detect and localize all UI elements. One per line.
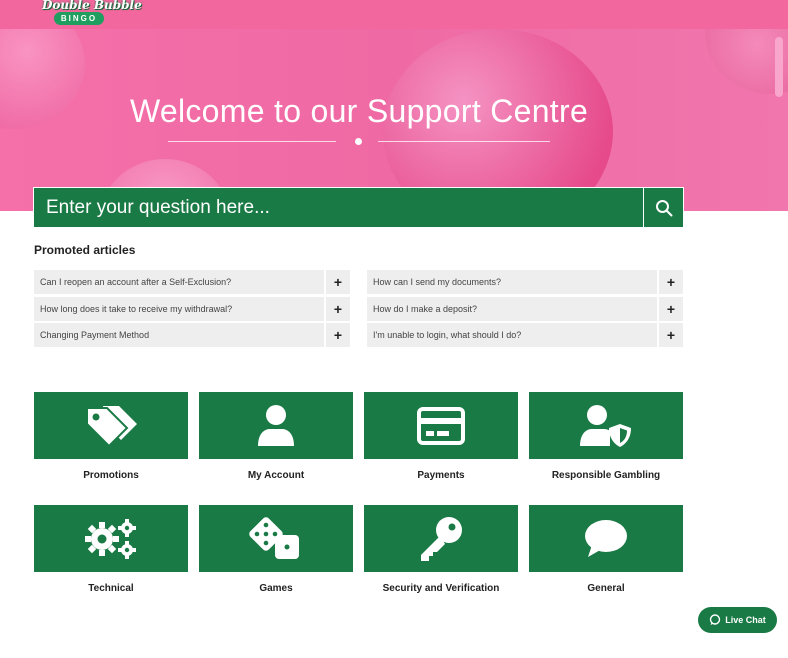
expand-icon[interactable]: + <box>659 297 683 321</box>
category-security-verification[interactable]: Security and Verification <box>364 505 518 594</box>
user-shield-icon <box>580 404 631 447</box>
category-label: My Account <box>247 470 305 481</box>
category-tile[interactable] <box>364 392 518 459</box>
category-label: General <box>587 583 625 594</box>
search-icon <box>655 199 672 216</box>
expand-icon[interactable]: + <box>659 323 683 347</box>
brand-sub: BINGO <box>54 12 104 25</box>
category-payments[interactable]: Payments <box>364 392 518 481</box>
search-input[interactable] <box>34 188 643 227</box>
expand-icon[interactable]: + <box>326 297 350 321</box>
article-question[interactable]: I'm unable to login, what should I do? <box>367 323 657 347</box>
speech-bubble-icon <box>585 519 627 557</box>
article-item[interactable]: I'm unable to login, what should I do? + <box>367 323 683 347</box>
user-icon <box>258 404 294 446</box>
divider <box>378 141 550 142</box>
cogs-icon <box>85 518 136 559</box>
divider-dot <box>355 138 362 145</box>
category-tile[interactable] <box>199 392 353 459</box>
category-tile[interactable] <box>364 505 518 572</box>
divider <box>168 141 336 142</box>
search-button[interactable] <box>643 188 683 227</box>
category-responsible-gambling[interactable]: Responsible Gambling <box>529 392 683 481</box>
article-item[interactable]: Can I reopen an account after a Self-Exc… <box>34 270 350 294</box>
category-promotions[interactable]: Promotions <box>34 392 188 481</box>
hero-title: Welcome to our Support Centre <box>129 93 589 129</box>
search-bar <box>33 187 684 228</box>
category-label: Technical <box>88 583 134 594</box>
category-label: Promotions <box>83 470 139 481</box>
live-chat-button[interactable]: Live Chat <box>698 607 777 633</box>
category-label: Games <box>259 583 293 594</box>
category-technical[interactable]: Technical <box>34 505 188 594</box>
promoted-articles-heading: Promoted articles <box>34 243 136 257</box>
category-tile[interactable] <box>529 392 683 459</box>
article-question[interactable]: How long does it take to receive my with… <box>34 297 324 321</box>
article-question[interactable]: How do I make a deposit? <box>367 297 657 321</box>
credit-card-icon <box>417 406 465 445</box>
dice-icon <box>249 516 299 559</box>
top-bar: Double Bubble BINGO <box>0 0 788 29</box>
category-tile[interactable] <box>34 392 188 459</box>
decorative-bubble <box>775 37 783 97</box>
key-icon <box>421 516 462 561</box>
hero-banner: Welcome to our Support Centre <box>0 29 788 211</box>
article-question[interactable]: Changing Payment Method <box>34 323 324 347</box>
category-games[interactable]: Games <box>199 505 353 594</box>
category-label: Payments <box>417 470 465 481</box>
chat-icon <box>710 614 721 625</box>
category-label: Security and Verification <box>382 583 500 594</box>
expand-icon[interactable]: + <box>326 270 350 294</box>
category-my-account[interactable]: My Account <box>199 392 353 481</box>
article-item[interactable]: How do I make a deposit? + <box>367 297 683 321</box>
article-item[interactable]: How can I send my documents? + <box>367 270 683 294</box>
live-chat-label: Live Chat <box>725 615 766 625</box>
brand-name: Double Bubble <box>42 0 142 12</box>
expand-icon[interactable]: + <box>659 270 683 294</box>
category-tile[interactable] <box>529 505 683 572</box>
article-question[interactable]: How can I send my documents? <box>367 270 657 294</box>
article-item[interactable]: How long does it take to receive my with… <box>34 297 350 321</box>
category-general[interactable]: General <box>529 505 683 594</box>
tags-icon <box>86 405 137 447</box>
article-item[interactable]: Changing Payment Method + <box>34 323 350 347</box>
expand-icon[interactable]: + <box>326 323 350 347</box>
brand-logo[interactable]: Double Bubble BINGO <box>40 0 142 27</box>
category-tile[interactable] <box>34 505 188 572</box>
article-question[interactable]: Can I reopen an account after a Self-Exc… <box>34 270 324 294</box>
category-tile[interactable] <box>199 505 353 572</box>
category-label: Responsible Gambling <box>551 470 661 481</box>
